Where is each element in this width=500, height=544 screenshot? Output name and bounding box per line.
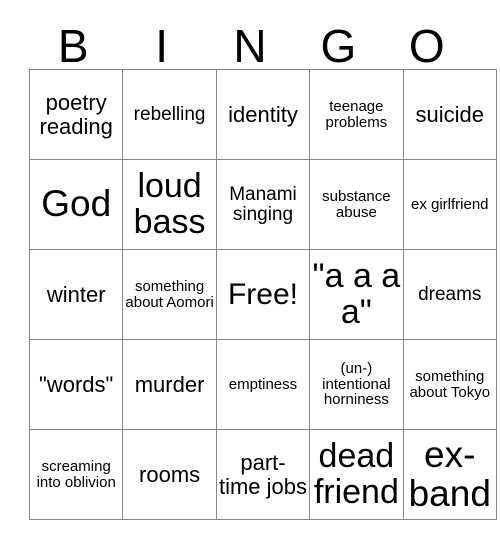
bingo-cell[interactable]: suicide	[402, 69, 497, 160]
bingo-cell[interactable]: murder	[122, 339, 217, 430]
bingo-cell[interactable]: "a a a a"	[309, 249, 404, 340]
bingo-cell[interactable]: something about Tokyo	[402, 339, 497, 430]
bingo-row: screaming into oblivion rooms part- time…	[28, 429, 497, 520]
bingo-cell-label: winter	[46, 281, 106, 307]
bingo-header-letter-i: I	[155, 19, 168, 72]
bingo-cell-label: "a a a a"	[312, 256, 401, 331]
bingo-header-letter-g: G	[320, 19, 357, 72]
bingo-cell-label: rooms	[139, 461, 201, 487]
bingo-header-letter-b: B	[57, 19, 89, 72]
bingo-cell[interactable]: teenage problems	[309, 69, 404, 160]
bingo-row: "words" murder emptiness (un-) intention…	[28, 339, 497, 430]
bingo-cell[interactable]: God	[28, 159, 124, 250]
bingo-cell-label: rebelling	[133, 103, 206, 125]
bingo-cell[interactable]: emptiness	[215, 339, 311, 430]
bingo-header-cell-i: I	[117, 14, 205, 69]
bingo-free-space-label: Free!	[227, 277, 298, 311]
bingo-cell-label: ex- band	[408, 433, 491, 514]
bingo-cell[interactable]: loud bass	[122, 159, 217, 250]
bingo-cell[interactable]: rooms	[122, 429, 217, 520]
bingo-cell[interactable]: poetry reading	[28, 69, 124, 160]
bingo-header-letter-o: O	[408, 19, 445, 72]
bingo-cell-label: "words"	[39, 371, 114, 397]
bingo-cell-label: substance abuse	[322, 187, 391, 221]
bingo-row: winter something about Aomori Free! "a a…	[28, 249, 497, 340]
bingo-card: B I N G O poetry reading rebelling ident…	[28, 14, 497, 520]
bingo-header-cell-b: B	[29, 14, 117, 69]
bingo-header-row: B I N G O	[29, 14, 471, 69]
bingo-header-cell-o: O	[383, 14, 471, 69]
bingo-cell-label: ex girlfriend	[410, 195, 489, 213]
bingo-cell-label: dreams	[418, 283, 482, 305]
bingo-cell[interactable]: dead friend	[309, 429, 404, 520]
bingo-grid: poetry reading rebelling identity teenag…	[28, 69, 497, 520]
bingo-cell[interactable]: (un-) intentional horniness	[309, 339, 404, 430]
bingo-row: God loud bass Manami singing substance a…	[28, 159, 497, 250]
bingo-header-cell-g: G	[294, 14, 382, 69]
bingo-cell-free[interactable]: Free!	[215, 249, 311, 340]
bingo-grid-body: poetry reading rebelling identity teenag…	[28, 69, 497, 520]
bingo-cell-label: poetry reading	[39, 90, 113, 139]
bingo-cell-label: Manami singing	[229, 183, 297, 225]
bingo-cell[interactable]: substance abuse	[309, 159, 404, 250]
bingo-cell[interactable]: "words"	[28, 339, 124, 430]
bingo-cell[interactable]: identity	[215, 69, 311, 160]
bingo-cell-label: part- time jobs	[218, 450, 307, 499]
bingo-cell-label: suicide	[415, 101, 484, 127]
bingo-cell[interactable]: winter	[28, 249, 124, 340]
bingo-cell-label: something about Aomori	[125, 277, 214, 311]
bingo-cell-label: God	[41, 183, 112, 225]
bingo-cell-label: teenage problems	[325, 97, 388, 131]
bingo-cell[interactable]: dreams	[402, 249, 497, 340]
bingo-row: poetry reading rebelling identity teenag…	[28, 69, 497, 160]
bingo-cell[interactable]: part- time jobs	[215, 429, 311, 520]
bingo-cell[interactable]: ex- band	[402, 429, 497, 520]
bingo-cell-label: dead friend	[313, 436, 399, 511]
bingo-cell[interactable]: something about Aomori	[122, 249, 217, 340]
bingo-cell-label: (un-) intentional horniness	[322, 359, 391, 409]
bingo-cell-label: murder	[134, 371, 205, 397]
bingo-cell[interactable]: ex girlfriend	[402, 159, 497, 250]
bingo-header-cell-n: N	[206, 14, 294, 69]
bingo-cell[interactable]: Manami singing	[215, 159, 311, 250]
bingo-cell-label: identity	[228, 101, 298, 127]
bingo-cell-label: loud bass	[133, 166, 206, 241]
bingo-cell[interactable]: screaming into oblivion	[28, 429, 124, 520]
bingo-cell-label: emptiness	[228, 375, 298, 393]
bingo-header-letter-n: N	[233, 19, 267, 72]
bingo-cell-label: screaming into oblivion	[36, 457, 116, 491]
bingo-cell-label: something about Tokyo	[409, 367, 491, 401]
bingo-cell[interactable]: rebelling	[122, 69, 217, 160]
